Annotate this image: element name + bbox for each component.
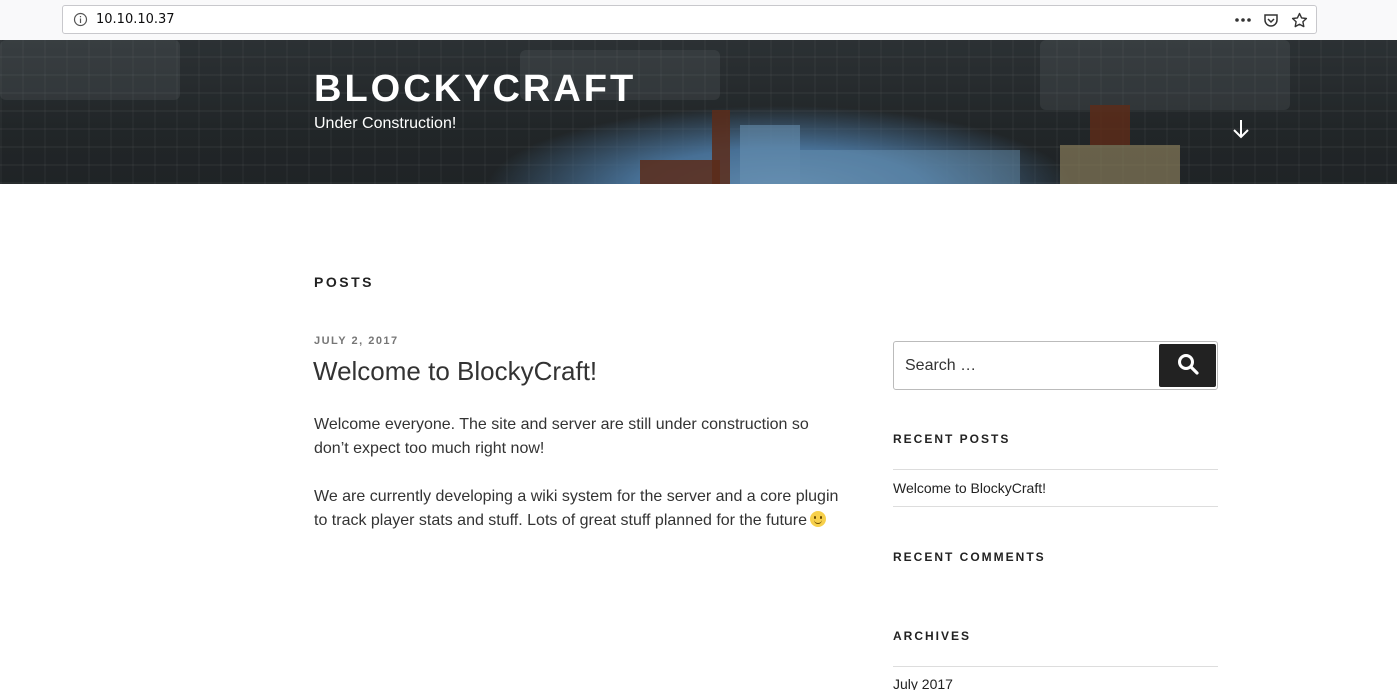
post-paragraph-text: Welcome everyone. The site and server ar… <box>314 416 809 457</box>
post-paragraph: Welcome everyone. The site and server ar… <box>314 413 844 461</box>
page-title: POSTS <box>314 274 374 290</box>
browser-toolbar: 10.10.10.37 <box>0 0 1397 40</box>
info-icon[interactable] <box>73 12 88 27</box>
url-bar[interactable]: 10.10.10.37 <box>62 5 1317 34</box>
site-title[interactable]: BLOCKYCRAFT <box>314 68 636 111</box>
recent-comments-title: RECENT COMMENTS <box>893 550 1046 564</box>
url-text[interactable]: 10.10.10.37 <box>96 12 175 27</box>
list-item: July 2017 <box>893 667 1218 690</box>
search-input[interactable] <box>894 342 1156 389</box>
site-header: BLOCKYCRAFT Under Construction! <box>0 40 1397 184</box>
archives-title: ARCHIVES <box>893 629 972 643</box>
search-form <box>893 341 1218 390</box>
pocket-icon[interactable] <box>1260 9 1282 31</box>
site-description: Under Construction! <box>314 115 457 132</box>
post-paragraph: We are currently developing a wiki syste… <box>314 485 844 533</box>
search-icon <box>1177 353 1199 378</box>
more-actions-icon[interactable] <box>1232 9 1254 31</box>
url-actions <box>1232 9 1310 31</box>
search-button[interactable] <box>1159 344 1216 387</box>
post-body: Welcome everyone. The site and server ar… <box>314 413 844 557</box>
recent-post-link[interactable]: Welcome to BlockyCraft! <box>893 480 1046 496</box>
post-paragraph-text: We are currently developing a wiki syste… <box>314 488 839 529</box>
recent-posts-title: RECENT POSTS <box>893 432 1011 446</box>
post-date[interactable]: JULY 2, 2017 <box>314 335 399 347</box>
list-item: Welcome to BlockyCraft! <box>893 470 1218 507</box>
arrow-down-icon[interactable] <box>1230 118 1252 140</box>
smiley-icon <box>810 511 827 527</box>
header-overlay <box>0 40 1397 184</box>
archives-list: July 2017 <box>893 666 1218 690</box>
post-title[interactable]: Welcome to BlockyCraft! <box>313 356 597 387</box>
recent-posts-list: Welcome to BlockyCraft! <box>893 469 1218 507</box>
bookmark-star-icon[interactable] <box>1288 9 1310 31</box>
archive-link[interactable]: July 2017 <box>893 676 953 690</box>
